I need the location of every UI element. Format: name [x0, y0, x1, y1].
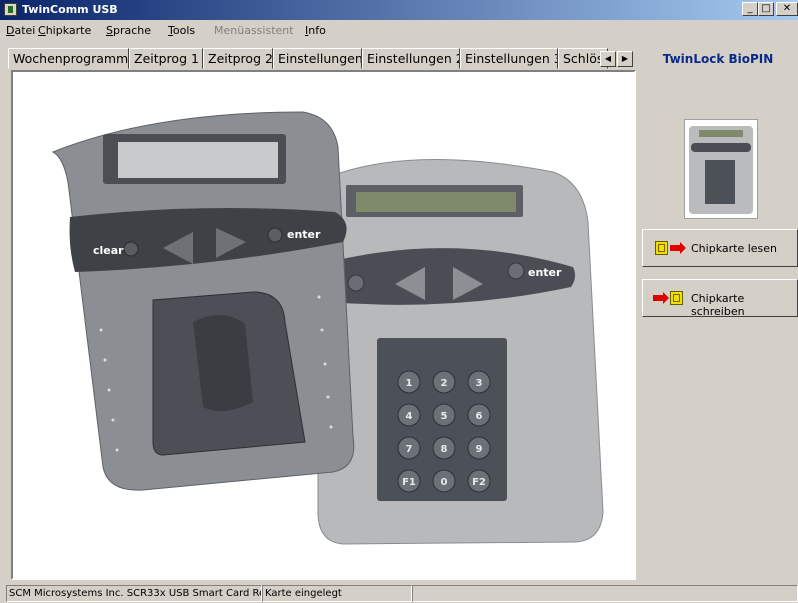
write-card-label: Chipkarte schreiben: [691, 292, 745, 318]
tab-zeitprog-1[interactable]: Zeitprog 1: [129, 48, 203, 69]
left-enter-label: enter: [287, 228, 321, 241]
window-title: TwinComm USB: [22, 3, 118, 16]
keypad-key-label: 5: [441, 411, 448, 422]
keypad-key-label: 2: [441, 378, 448, 389]
menu-sprache[interactable]: Sprache: [106, 24, 151, 37]
device-image-panel: enter 1 2 3 4 5 6 7 8 9 F1 0 F2 clear enter: [11, 70, 636, 580]
tab-einstellungen-2[interactable]: Einstellungen 2: [362, 48, 460, 69]
tab-zeitprog-2[interactable]: Zeitprog 2: [203, 48, 273, 69]
right-panel: TwinLock BioPIN Chipkarte lesen Chipkart…: [638, 41, 798, 583]
device-left: clear enter: [51, 111, 355, 491]
tab-wochenprogramm[interactable]: Wochenprogramm: [8, 48, 129, 69]
tab-einstellungen[interactable]: Einstellungen: [273, 48, 362, 69]
maximize-button[interactable]: □: [758, 2, 774, 16]
menu-tools[interactable]: Tools: [168, 24, 195, 37]
device-right: enter 1 2 3 4 5 6 7 8 9 F1 0 F2: [317, 159, 604, 545]
arrow-right-icon: [670, 242, 686, 254]
keypad-key-label: 1: [406, 378, 413, 389]
menu-datei[interactable]: Datei: [6, 24, 35, 37]
device-illustration: enter 1 2 3 4 5 6 7 8 9 F1 0 F2 clear enter: [51, 111, 604, 545]
read-card-label: Chipkarte lesen: [691, 242, 778, 255]
keypad-key-label: F1: [402, 477, 416, 488]
keypad-key-label: 7: [406, 444, 413, 455]
tab-einstellungen-3[interactable]: Einstellungen 3: [460, 48, 558, 69]
device-title: TwinLock BioPIN: [662, 52, 774, 66]
minimize-button[interactable]: _: [742, 2, 758, 16]
keypad-key-label: 4: [406, 411, 413, 422]
keypad-key-label: 6: [476, 411, 483, 422]
device-thumbnail: [684, 119, 758, 219]
keypad-key-label: 3: [476, 378, 483, 389]
menu-chipkarte[interactable]: Chipkarte: [38, 24, 91, 37]
tab-strip: Wochenprogramm Zeitprog 1 Zeitprog 2 Ein…: [8, 48, 636, 70]
status-reader: SCM Microsystems Inc. SCR33x USB Smart C…: [6, 585, 262, 602]
title-bar: TwinComm USB _ □ ✕: [0, 0, 798, 20]
status-card: Karte eingelegt: [262, 585, 412, 602]
device-thumbnail-svg: [689, 126, 753, 214]
keypad-key-label: 8: [441, 444, 448, 455]
left-clear-label: clear: [93, 244, 124, 257]
menu-menueassistent: Menüassistent: [214, 24, 294, 37]
status-empty: [412, 585, 798, 602]
keypad-key-label: 0: [441, 477, 448, 488]
status-bar: SCM Microsystems Inc. SCR33x USB Smart C…: [0, 584, 798, 603]
write-card-button[interactable]: Chipkarte schreiben: [642, 279, 798, 318]
read-card-button[interactable]: Chipkarte lesen: [642, 229, 798, 267]
app-icon[interactable]: [4, 3, 17, 16]
right-enter-label: enter: [528, 266, 562, 279]
chip-card-icon: [670, 291, 683, 305]
chip-card-icon: [655, 241, 668, 255]
tab-scroll-left-button[interactable]: ◀: [600, 51, 616, 67]
close-button[interactable]: ✕: [776, 2, 798, 16]
tab-scroll-right-button[interactable]: ▶: [617, 51, 633, 67]
menu-bar: Datei Chipkarte Sprache Tools Menüassist…: [0, 20, 798, 41]
arrow-right-icon: [653, 292, 669, 304]
menu-info[interactable]: Info: [305, 24, 326, 37]
keypad-key-label: F2: [472, 477, 486, 488]
keypad-key-label: 9: [476, 444, 483, 455]
